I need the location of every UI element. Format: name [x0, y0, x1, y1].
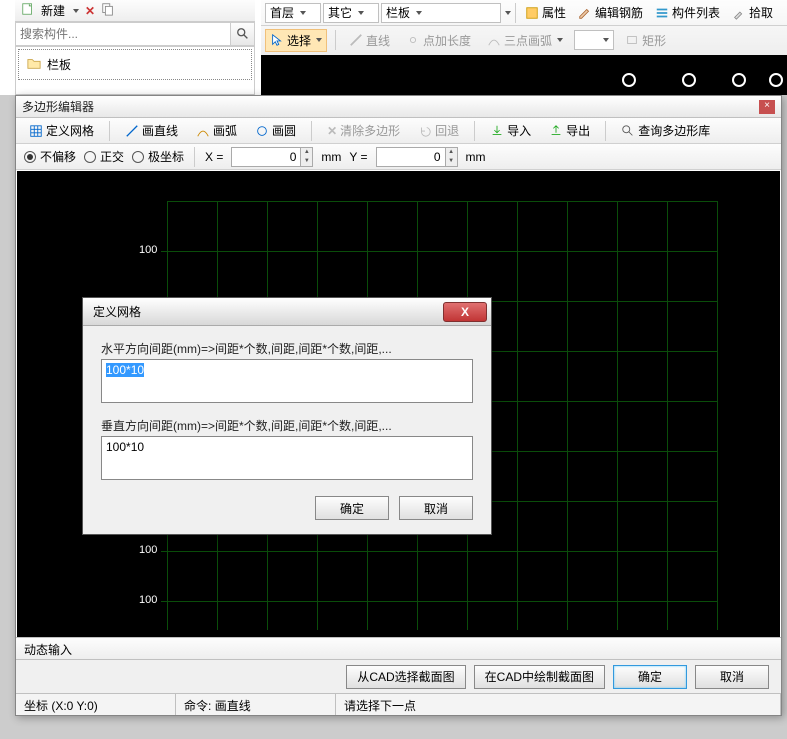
from-cad-button[interactable]: 从CAD选择截面图: [346, 665, 465, 689]
define-grid-dialog: 定义网格 X 水平方向间距(mm)=>间距*个数,间距,间距*个数,间距,...…: [82, 297, 492, 535]
status-hint: 请选择下一点: [336, 694, 781, 715]
rect-icon: [625, 33, 639, 47]
v-spacing-label: 垂直方向间距(mm)=>间距*个数,间距,间距*个数,间距,...: [101, 417, 473, 434]
pencil-icon: [578, 6, 592, 20]
editor-ok-button[interactable]: 确定: [613, 665, 687, 689]
search-input[interactable]: [16, 25, 230, 43]
grid-label: 100: [139, 594, 157, 606]
y-input[interactable]: [376, 147, 446, 167]
arc3-button[interactable]: 三点画弧: [482, 29, 568, 52]
arc-icon: [487, 33, 501, 47]
combo-member[interactable]: 栏板: [381, 3, 501, 23]
draw-line-button[interactable]: 画直线: [120, 119, 183, 142]
editor-title: 多边形编辑器: [22, 98, 94, 115]
new-icon: [21, 2, 35, 19]
dialog-close-button[interactable]: X: [443, 302, 487, 322]
tree-item-lanban[interactable]: 栏板: [18, 49, 252, 80]
viewport-marker: [682, 73, 696, 87]
select-button[interactable]: 选择: [265, 29, 327, 52]
draw-arc-button[interactable]: 画弧: [191, 119, 242, 142]
copy-icon[interactable]: [101, 2, 115, 19]
pick-button[interactable]: 拾取: [727, 1, 778, 24]
viewport-marker: [732, 73, 746, 87]
ortho-radio[interactable]: 正交: [84, 148, 124, 165]
line-icon: [125, 124, 139, 138]
x-icon: ✕: [327, 124, 337, 138]
dialog-cancel-button[interactable]: 取消: [399, 496, 473, 520]
search-icon: [621, 124, 635, 138]
export-button[interactable]: 导出: [544, 119, 595, 142]
new-dropdown-caret[interactable]: [73, 9, 79, 13]
export-icon: [549, 124, 563, 138]
folder-icon: [27, 56, 41, 73]
import-button[interactable]: 导入: [485, 119, 536, 142]
clear-poly-button[interactable]: ✕清除多边形: [322, 119, 405, 142]
v-spacing-input[interactable]: 100*10: [101, 436, 473, 480]
editor-cancel-button[interactable]: 取消: [695, 665, 769, 689]
circle-icon: [255, 124, 269, 138]
grid-icon: [29, 124, 43, 138]
dialog-title: 定义网格: [93, 303, 141, 320]
combo-other[interactable]: 其它: [323, 3, 379, 23]
x-spinner[interactable]: ▲▼: [301, 147, 313, 167]
dialog-ok-button[interactable]: 确定: [315, 496, 389, 520]
polar-radio[interactable]: 极坐标: [132, 148, 184, 165]
delete-icon[interactable]: ✕: [85, 4, 95, 18]
ptlen-button[interactable]: 点加长度: [401, 29, 476, 52]
in-cad-button[interactable]: 在CAD中绘制截面图: [474, 665, 605, 689]
h-spacing-input[interactable]: 100*10: [101, 359, 473, 403]
undo-icon: [418, 124, 432, 138]
dropper-icon: [732, 6, 746, 20]
y-label: Y =: [349, 150, 367, 164]
grid-label: 100: [139, 544, 157, 556]
import-icon: [490, 124, 504, 138]
point-icon: [406, 33, 420, 47]
line-button[interactable]: 直线: [344, 29, 395, 52]
new-button[interactable]: 新建: [41, 2, 65, 19]
viewport-marker: [769, 73, 783, 87]
member-list-button[interactable]: 构件列表: [650, 1, 725, 24]
search-button[interactable]: [230, 23, 254, 45]
grid-label: 100: [139, 244, 157, 256]
combo-small[interactable]: [574, 30, 614, 50]
dynamic-input-label: 动态输入: [16, 637, 781, 659]
attr-button[interactable]: 属性: [520, 1, 571, 24]
edit-rebar-button[interactable]: 编辑钢筋: [573, 1, 648, 24]
rect-button[interactable]: 矩形: [620, 29, 671, 52]
no-offset-radio[interactable]: 不偏移: [24, 148, 76, 165]
arc-icon: [196, 124, 210, 138]
x-label: X =: [205, 150, 223, 164]
status-coord: 坐标 (X:0 Y:0): [16, 694, 176, 715]
mm-label: mm: [321, 150, 341, 164]
query-lib-button[interactable]: 查询多边形库: [616, 119, 715, 142]
define-grid-button[interactable]: 定义网格: [24, 119, 99, 142]
mm-label-2: mm: [466, 150, 486, 164]
cursor-icon: [270, 33, 284, 47]
status-command: 命令: 画直线: [176, 694, 336, 715]
x-input[interactable]: [231, 147, 301, 167]
editor-close-button[interactable]: ×: [759, 100, 775, 114]
h-spacing-label: 水平方向间距(mm)=>间距*个数,间距,间距*个数,间距,...: [101, 340, 473, 357]
search-icon: [236, 27, 250, 41]
draw-circle-button[interactable]: 画圆: [250, 119, 301, 142]
viewport-marker: [622, 73, 636, 87]
y-spinner[interactable]: ▲▼: [446, 147, 458, 167]
attr-icon: [525, 6, 539, 20]
tree-item-label: 栏板: [47, 56, 71, 73]
combo-extra-caret[interactable]: [505, 11, 511, 15]
list-icon: [655, 6, 669, 20]
line-icon: [349, 33, 363, 47]
undo-button[interactable]: 回退: [413, 119, 464, 142]
combo-floor[interactable]: 首层: [265, 3, 321, 23]
